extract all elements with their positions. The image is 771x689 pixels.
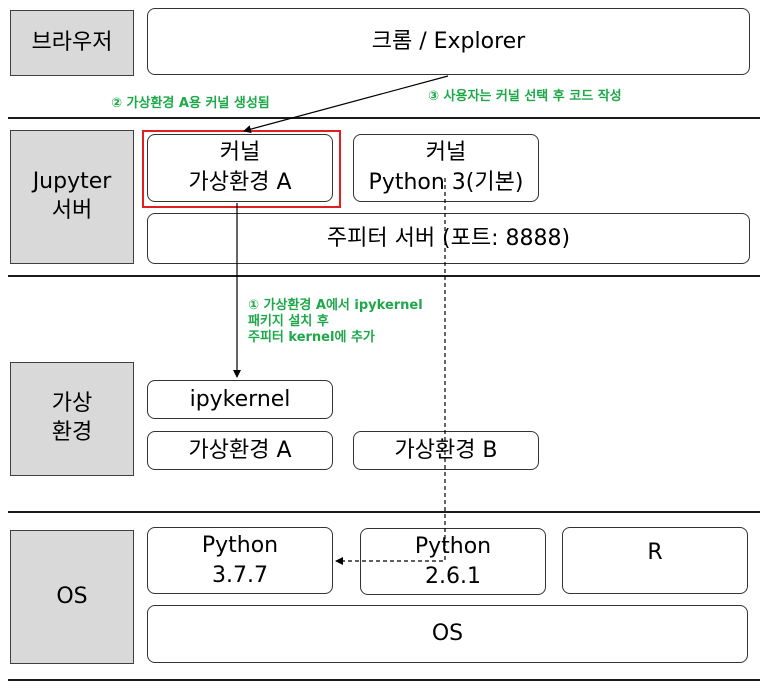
- note-step2: ② 가상환경 A용 커널 생성됨: [111, 96, 270, 111]
- dashed-arrow-default-kernel-to-python377: [335, 178, 446, 565]
- note-step3: ③ 사용자는 커널 선택 후 코드 작성: [428, 89, 622, 104]
- note-step1: ① 가상환경 A에서 ipykernel 패키지 설치 후 주피터 kernel…: [248, 298, 423, 345]
- arrow-browser-to-kernel-a: [243, 75, 449, 134]
